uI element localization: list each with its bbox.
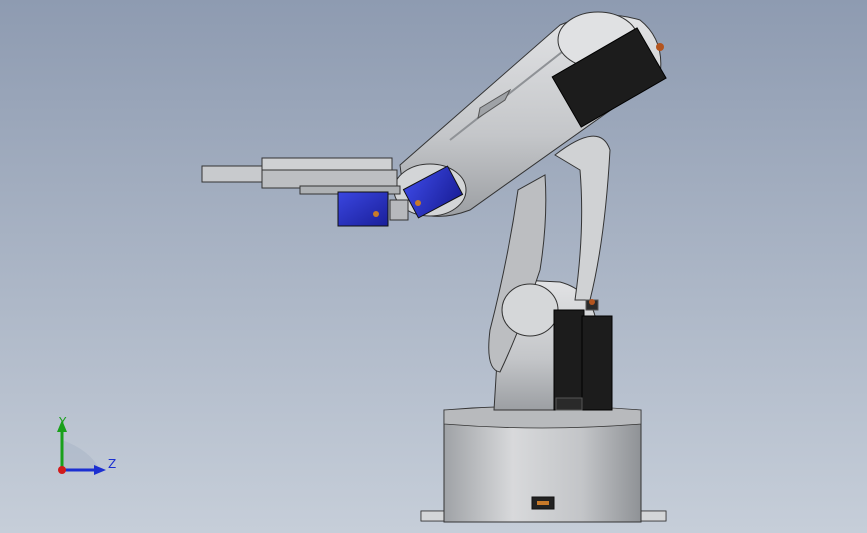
base[interactable] (420, 405, 667, 523)
y-axis-label: Y (58, 415, 67, 429)
robot-arm-model[interactable] (0, 0, 867, 533)
z-axis-label: Z (108, 457, 116, 471)
x-axis-icon (58, 466, 66, 474)
graphics-viewport[interactable]: Y Z (0, 0, 867, 533)
coordinate-triad: Y Z (57, 415, 116, 475)
z-arrow-icon (94, 465, 106, 475)
shoulder-servos[interactable] (553, 299, 613, 411)
gripper[interactable] (201, 157, 409, 227)
